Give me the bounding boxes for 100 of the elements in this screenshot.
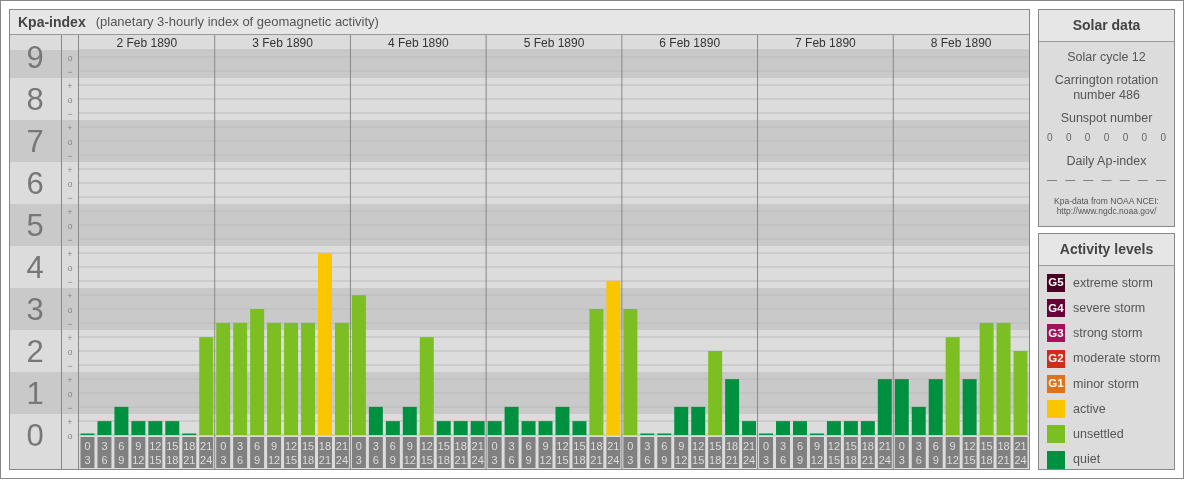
- bar: [165, 421, 180, 435]
- time-slot-label: 0 3: [80, 437, 95, 468]
- time-slot-label: 0 3: [623, 437, 638, 468]
- time-slot-label: 3 6: [504, 437, 519, 468]
- bar: [928, 379, 943, 435]
- time-slot-label: 15 18: [572, 437, 587, 468]
- bar: [470, 421, 485, 435]
- time-slot-label: 15 18: [436, 437, 451, 468]
- time-slot-label: 21 24: [199, 437, 214, 468]
- sub-tick-label: +: [67, 332, 73, 343]
- date-label: 7 Feb 1890: [795, 36, 856, 50]
- legend-label: active: [1073, 400, 1106, 418]
- bar: [776, 421, 790, 435]
- bar: [504, 406, 519, 435]
- sub-tick-label: o: [67, 262, 73, 273]
- time-slot-label: 15 18: [165, 437, 180, 468]
- bar: [131, 421, 146, 435]
- sub-tick-label: o: [67, 346, 73, 357]
- time-slot-label: 21 24: [742, 437, 757, 468]
- sub-tick-label: −: [67, 318, 73, 329]
- bar: [860, 421, 875, 435]
- sunspot-value: 0: [1103, 130, 1110, 145]
- bar: [843, 421, 858, 435]
- time-slot-label: 21 24: [470, 437, 485, 468]
- time-slot-label: 18 21: [453, 437, 468, 468]
- legend-label: extreme storm: [1073, 274, 1153, 292]
- bar: [911, 406, 926, 435]
- time-slot-label: 12 15: [148, 437, 163, 468]
- time-slot-label: 9 12: [674, 437, 689, 468]
- sunspot-value: 0: [1122, 130, 1129, 145]
- time-slot-label: 21 24: [1013, 437, 1028, 468]
- time-slot-label: 15 18: [708, 437, 723, 468]
- bar: [97, 421, 112, 435]
- axis-label: 8: [26, 82, 44, 117]
- bar: [436, 421, 451, 435]
- sub-tick-label: +: [67, 416, 73, 427]
- date-label: 3 Feb 1890: [252, 36, 313, 50]
- axis-label: 1: [26, 376, 44, 411]
- time-slot-label: 0 3: [759, 437, 774, 468]
- bar: [148, 421, 163, 435]
- time-slot-label: 15 18: [979, 437, 994, 468]
- axis-label: 5: [26, 208, 44, 243]
- bar: [962, 379, 977, 435]
- time-slot-label: 18 21: [860, 437, 875, 468]
- bar: [114, 406, 129, 435]
- sunspot-value: 0: [1160, 130, 1166, 145]
- solar-cycle-text: Solar cycle 12: [1066, 50, 1147, 65]
- ap-index-label: Daily Ap-index: [1065, 153, 1148, 168]
- bar: [793, 421, 807, 435]
- sub-tick-label: −: [67, 150, 73, 161]
- bar: [877, 379, 892, 435]
- time-slot-label: 18 21: [182, 437, 197, 468]
- time-slot-label: 3 6: [640, 437, 655, 468]
- bar: [691, 406, 706, 435]
- ap-index-value: —: [1137, 172, 1148, 187]
- time-slot-label: 0 3: [216, 437, 231, 468]
- date-label: 4 Feb 1890: [387, 36, 449, 50]
- bar: [368, 406, 383, 435]
- panel-title: Solar data: [1039, 10, 1174, 42]
- sub-tick-label: −: [67, 234, 73, 245]
- time-slot-label: 21 24: [877, 437, 892, 468]
- bar: [385, 421, 400, 435]
- time-slot-label: 15 18: [301, 437, 315, 468]
- time-slot-label: 12 15: [962, 437, 977, 468]
- time-slot-label: 15 18: [843, 437, 858, 468]
- date-label: 8 Feb 1890: [930, 36, 992, 50]
- date-label: 5 Feb 1890: [523, 36, 585, 50]
- time-slot-label: 9 12: [267, 437, 282, 468]
- sunspot-label: Sunspot number: [1059, 111, 1154, 126]
- sub-tick-label: +: [67, 248, 73, 259]
- time-slot-label: 3 6: [97, 437, 112, 468]
- axis-label: 9: [26, 40, 44, 75]
- bar: [725, 379, 740, 435]
- ap-index-value: —: [1119, 172, 1130, 187]
- sub-tick-label: −: [67, 276, 73, 287]
- time-slot-label: 3 6: [368, 437, 383, 468]
- bar: [402, 406, 417, 435]
- time-slot-label: 0 3: [351, 437, 366, 468]
- time-slot-label: 6 9: [250, 437, 265, 468]
- sunspot-value: 0: [1084, 130, 1091, 145]
- sub-tick-label: o: [67, 430, 73, 441]
- time-slot-label: 6 9: [114, 437, 129, 468]
- axis-label: 6: [26, 166, 44, 201]
- time-slot-label: 9 12: [402, 437, 417, 468]
- sunspot-value: 0: [1141, 130, 1148, 145]
- ap-index-value: —: [1101, 172, 1112, 187]
- time-slot-label: 12 15: [555, 437, 570, 468]
- sub-tick-label: o: [67, 94, 73, 105]
- sunspot-value: 0: [1065, 130, 1072, 145]
- time-slot-label: 0 3: [894, 437, 909, 468]
- bar: [674, 406, 689, 435]
- ap-index-value: —: [1083, 172, 1094, 187]
- sub-tick-label: −: [67, 402, 73, 413]
- level-code-badge: G3: [1047, 324, 1065, 343]
- date-label: 6 Feb 1890: [659, 36, 721, 50]
- time-slot-label: 18 21: [725, 437, 740, 468]
- sunspot-value: 0: [1047, 130, 1053, 145]
- time-slot-label: 18 21: [589, 437, 604, 468]
- panel-title: Activity levels: [1039, 233, 1174, 266]
- data-source-text: Kpa-data from NOAA NCEI: http://www.ngdc.noaa.gov/: [1053, 195, 1160, 217]
